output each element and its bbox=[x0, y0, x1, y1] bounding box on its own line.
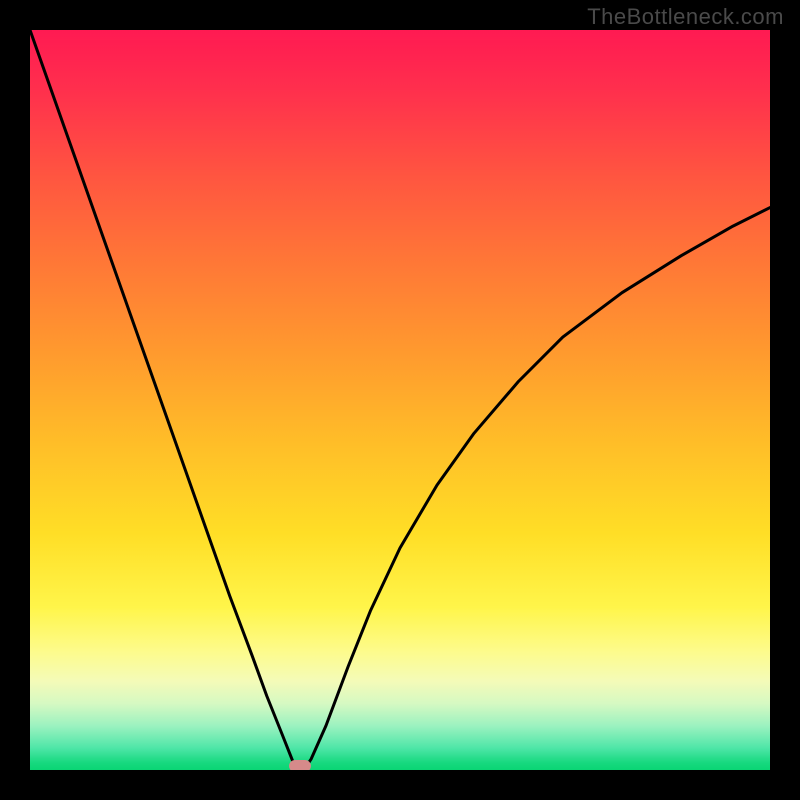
curve-path bbox=[30, 30, 770, 770]
bottleneck-curve bbox=[30, 30, 770, 770]
chart-frame: TheBottleneck.com bbox=[0, 0, 800, 800]
watermark-text: TheBottleneck.com bbox=[587, 4, 784, 30]
plot-area bbox=[30, 30, 770, 770]
optimum-marker bbox=[289, 760, 311, 770]
